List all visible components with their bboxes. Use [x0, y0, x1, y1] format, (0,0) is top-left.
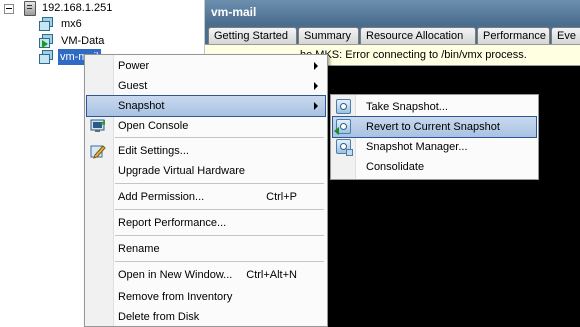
tab-strip: Getting Started Summary Resource Allocat… [205, 24, 580, 44]
menu-item-label: Report Performance... [118, 217, 227, 229]
menu-item-label: Remove from Inventory [118, 291, 233, 303]
tab-resource-allocation[interactable]: Resource Allocation [360, 27, 476, 44]
menu-shortcut: Ctrl+P [266, 191, 297, 203]
vm-title: vm-mail [205, 0, 580, 24]
menu-item-label: Add Permission... [118, 191, 205, 203]
menu-item-remove-inventory[interactable]: Remove from Inventory [87, 287, 325, 307]
menu-item-label: Rename [118, 243, 160, 255]
menu-separator [115, 235, 324, 236]
menu-item-label: Guest [118, 80, 148, 92]
menu-separator [115, 261, 324, 262]
menu-item-label: Open Console [118, 120, 189, 132]
console-error-text: he MKS: Error connecting to /bin/vmx pro… [300, 49, 527, 61]
menu-item-guest[interactable]: Guest [87, 76, 325, 96]
tree-vm-label: mx6 [61, 18, 82, 30]
snapshot-manager-icon [336, 139, 353, 156]
take-snapshot-icon [336, 99, 351, 114]
menu-item-label: Delete from Disk [118, 311, 200, 323]
tab-summary[interactable]: Summary [298, 27, 359, 44]
vm-running-icon [39, 34, 53, 48]
collapse-icon[interactable] [4, 4, 14, 14]
menu-item-open-console[interactable]: Open Console [87, 116, 325, 136]
snapshot-submenu: Take Snapshot... Revert to Current Snaps… [330, 94, 539, 180]
menu-item-snapshot[interactable]: Snapshot [86, 95, 326, 117]
submenu-arrow-icon [314, 82, 318, 90]
menu-item-consolidate[interactable]: Consolidate [333, 157, 536, 177]
tab-getting-started[interactable]: Getting Started [208, 27, 297, 44]
submenu-arrow-icon [314, 102, 318, 110]
menu-item-snapshot-manager[interactable]: Snapshot Manager... [333, 137, 536, 157]
edit-settings-icon [90, 143, 106, 159]
menu-item-label: Revert to Current Snapshot [366, 121, 500, 133]
menu-item-power[interactable]: Power [87, 56, 325, 76]
menu-item-edit-settings[interactable]: Edit Settings... [87, 141, 325, 161]
menu-shortcut: Ctrl+Alt+N [246, 269, 297, 281]
menu-item-label: Snapshot Manager... [366, 141, 468, 153]
host-server-icon [24, 1, 36, 16]
vm-context-menu: Power Guest Snapshot Open Console Edit S… [84, 54, 328, 327]
tree-host-label: 192.168.1.251 [42, 2, 113, 14]
menu-item-delete-disk[interactable]: Delete from Disk [87, 307, 325, 327]
revert-snapshot-icon [334, 119, 351, 135]
tab-events[interactable]: Eve [551, 27, 580, 44]
menu-item-revert-snapshot[interactable]: Revert to Current Snapshot [332, 116, 537, 138]
menu-item-label: Power [118, 60, 150, 72]
menu-separator [115, 137, 324, 138]
tree-vm-label: VM-Data [61, 35, 105, 47]
menu-separator [115, 209, 324, 210]
menu-item-rename[interactable]: Rename [87, 239, 325, 259]
menu-item-add-permission[interactable]: Add Permission... Ctrl+P [87, 187, 325, 207]
vm-icon [39, 17, 53, 31]
menu-item-upgrade-hardware[interactable]: Upgrade Virtual Hardware [87, 161, 325, 181]
submenu-arrow-icon [314, 62, 318, 70]
menu-item-label: Upgrade Virtual Hardware [118, 165, 245, 177]
menu-item-report-performance[interactable]: Report Performance... [87, 213, 325, 233]
tree-host-row[interactable]: 192.168.1.251 [0, 0, 200, 16]
menu-item-label: Edit Settings... [118, 145, 189, 157]
tree-vm-row[interactable]: VM-Data [0, 33, 200, 49]
menu-item-label: Snapshot [118, 100, 165, 112]
menu-item-label: Consolidate [366, 161, 425, 173]
menu-item-open-new-window[interactable]: Open in New Window... Ctrl+Alt+N [87, 265, 325, 285]
menu-item-take-snapshot[interactable]: Take Snapshot... [333, 97, 536, 117]
tab-performance[interactable]: Performance [477, 27, 550, 44]
console-icon [90, 118, 106, 134]
vm-icon [39, 50, 53, 64]
menu-item-label: Open in New Window... [118, 269, 233, 281]
tree-vm-row[interactable]: mx6 [0, 16, 200, 32]
menu-separator [115, 183, 324, 184]
menu-item-label: Take Snapshot... [366, 101, 448, 113]
